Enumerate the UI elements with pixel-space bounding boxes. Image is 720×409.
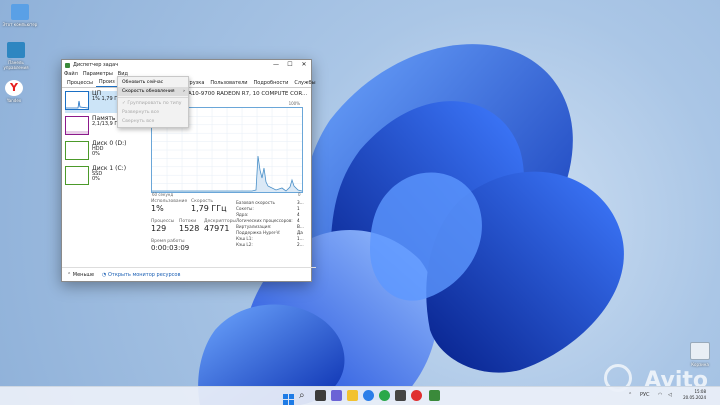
- title-bar[interactable]: Диспетчер задач — ☐ ✕: [62, 60, 311, 70]
- graph-y-max: 100%: [288, 101, 300, 106]
- resource-detail2: 0%: [92, 176, 100, 182]
- menu-separator: [118, 97, 188, 98]
- minimize-button[interactable]: —: [269, 60, 283, 70]
- menu-item-label: Группировать по типу: [127, 101, 182, 106]
- desktop-icon-label: Панель управления: [3, 60, 29, 70]
- chrome-icon[interactable]: [379, 390, 390, 401]
- spec-value: 2...: [297, 242, 304, 247]
- view-context-menu: Обновить сейчас Скорость обновления › ✓ …: [117, 76, 189, 128]
- fewer-details-button[interactable]: ⌃ Меньше: [67, 272, 94, 278]
- network-icon[interactable]: ◠: [658, 392, 662, 398]
- edge-icon[interactable]: [363, 390, 374, 401]
- processes-value: 129: [151, 224, 167, 233]
- spec-label: Кэш L2:: [236, 242, 253, 247]
- usage-value: 1%: [151, 204, 164, 213]
- fewer-details-label: Меньше: [72, 271, 95, 278]
- store-icon[interactable]: [395, 390, 406, 401]
- resource-detail2: 0%: [92, 151, 100, 157]
- threads-value: 1528: [179, 224, 200, 233]
- computer-icon: [11, 4, 29, 20]
- yandex-icon: Y: [5, 80, 23, 96]
- desktop-icon-label: Yandex: [6, 98, 22, 103]
- submenu-arrow-icon: ›: [183, 89, 185, 94]
- disk0-thumbnail: [65, 141, 89, 160]
- menu-item-update-speed[interactable]: Скорость обновления ›: [118, 87, 188, 96]
- menu-file[interactable]: Файл: [64, 71, 78, 77]
- cpu-thumbnail: [65, 91, 89, 110]
- maximize-button[interactable]: ☐: [283, 60, 297, 70]
- tab-processes[interactable]: Процессы: [64, 80, 96, 87]
- control-panel-icon: [7, 42, 25, 58]
- resource-monitor-label: Открыть монитор ресурсов: [108, 271, 181, 278]
- close-button[interactable]: ✕: [297, 60, 311, 70]
- cpu-specs: Базовая скорость Сокеты: Ядра: Логически…: [236, 200, 293, 248]
- taskbar: ⌕ ⌃ РУС ◠ ◁ 15:08 20.05.2024: [0, 386, 720, 405]
- tab-performance[interactable]: Произ: [95, 79, 118, 87]
- desktop-icon-control-panel[interactable]: Панель управления: [0, 42, 36, 70]
- desktop-icon-yandex[interactable]: Y Yandex: [0, 80, 34, 103]
- tab-users[interactable]: Пользователи: [207, 80, 250, 87]
- chevron-up-tray-icon[interactable]: ⌃: [628, 392, 632, 398]
- task-manager-icon: [65, 62, 70, 68]
- graph-x-label: 60 секунд: [152, 192, 174, 197]
- clock-date: 20.05.2024: [683, 395, 706, 400]
- cpu-spec-values: 3... 1 4 4 В... Да 1... 2...: [297, 200, 304, 248]
- disk1-thumbnail: [65, 166, 89, 185]
- memory-thumbnail: [65, 116, 89, 135]
- language-indicator[interactable]: РУС: [640, 392, 650, 398]
- chat-icon[interactable]: [331, 390, 342, 401]
- open-resource-monitor-link[interactable]: ◔ Открыть монитор ресурсов: [102, 272, 180, 278]
- cpu-mini-graph: [66, 100, 89, 109]
- menu-item-collapse-all: Свернуть все: [118, 117, 188, 126]
- menu-item-group-by-type: ✓ Группировать по типу: [118, 99, 188, 108]
- desktop-icon-computer[interactable]: Этот компьютер: [0, 4, 40, 27]
- clock[interactable]: 15:08 20.05.2024: [683, 389, 706, 401]
- tab-details[interactable]: Подробности: [251, 80, 292, 87]
- handles-value: 47971: [204, 224, 230, 233]
- search-icon[interactable]: ⌕: [299, 390, 310, 401]
- menu-item-label: Развернуть все: [122, 110, 160, 115]
- resource-disk-0[interactable]: Диск 0 (D:) HDD 0%: [65, 141, 145, 163]
- menu-item-label: Скорость обновления: [122, 89, 175, 94]
- menu-options[interactable]: Параметры: [83, 71, 113, 77]
- bottom-bar: ⌃ Меньше ◔ Открыть монитор ресурсов: [62, 267, 316, 281]
- desktop-icon-label: Этот компьютер: [2, 22, 38, 27]
- tab-services[interactable]: Службы: [291, 80, 318, 87]
- menu-item-expand-all: Развернуть все: [118, 108, 188, 117]
- task-manager-taskbar-icon[interactable]: [429, 390, 440, 401]
- desktop-icon-label: Корзина: [691, 362, 709, 367]
- menu-item-label: Свернуть все: [122, 119, 155, 124]
- menu-item-label: Обновить сейчас: [122, 80, 164, 85]
- task-view-icon[interactable]: [315, 390, 326, 401]
- yandex-browser-icon[interactable]: [411, 390, 422, 401]
- speed-value: 1,79 ГГц: [191, 204, 227, 213]
- volume-icon[interactable]: ◁: [668, 392, 672, 398]
- file-explorer-icon[interactable]: [347, 390, 358, 401]
- graph-y-min: 0: [298, 192, 301, 197]
- desktop-icon-recycle-bin[interactable]: Корзина: [680, 342, 720, 367]
- start-icon[interactable]: [283, 390, 294, 405]
- recycle-bin-icon: [690, 342, 710, 360]
- uptime-value: 0:00:03:09: [151, 244, 190, 252]
- resource-disk-1[interactable]: Диск 1 (C:) SSD 0%: [65, 166, 145, 188]
- window-title: Диспетчер задач: [73, 62, 119, 68]
- menu-item-refresh-now[interactable]: Обновить сейчас: [118, 78, 188, 87]
